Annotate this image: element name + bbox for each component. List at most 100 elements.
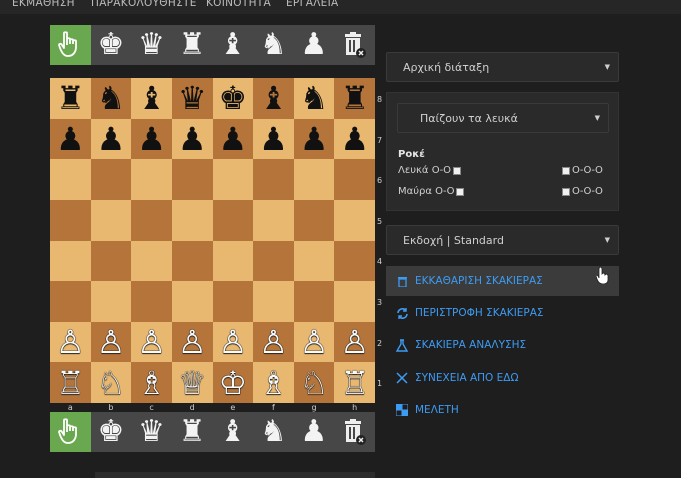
white-piece[interactable]: ♙ (218, 326, 247, 358)
square-g7[interactable]: ♟ (293, 118, 335, 160)
white-pawn-tool[interactable]: ♟ (294, 412, 335, 452)
square-e6[interactable] (212, 159, 254, 200)
square-g4[interactable] (293, 240, 335, 282)
square-b7[interactable]: ♟ (90, 118, 132, 160)
black-rook-tool[interactable]: ♜ (172, 25, 213, 65)
black-queen-tool[interactable]: ♛ (131, 25, 172, 65)
black-piece[interactable]: ♝ (259, 82, 288, 114)
square-e7[interactable]: ♟ (212, 118, 254, 160)
square-g6[interactable] (293, 159, 335, 200)
black-piece[interactable]: ♟ (218, 123, 247, 155)
square-a1[interactable]: ♖ (50, 362, 91, 403)
square-c3[interactable] (131, 281, 172, 322)
black-long-checkbox[interactable] (562, 187, 570, 196)
nav-community[interactable]: ΚΟΙΝΟΤΗΤΑ (206, 0, 271, 9)
flip-board-button[interactable]: ΠΕΡΙΣΤΡΟΦΗ ΣΚΑΚΙΕΡΑΣ (386, 298, 619, 328)
square-c8[interactable]: ♝ (131, 78, 172, 119)
trash-tool[interactable] (334, 25, 375, 65)
black-piece[interactable]: ♞ (97, 82, 126, 114)
white-rook-tool[interactable]: ♜ (172, 412, 213, 452)
white-piece[interactable]: ♙ (56, 326, 85, 358)
white-piece[interactable]: ♙ (97, 326, 126, 358)
square-a2[interactable]: ♙ (50, 321, 91, 363)
white-king-tool[interactable]: ♚ (91, 412, 132, 452)
white-piece[interactable]: ♗ (137, 367, 166, 399)
turn-select[interactable]: Παίζουν τα λευκά ▼ (397, 103, 609, 133)
square-a6[interactable] (50, 159, 91, 200)
white-queen-tool[interactable]: ♛ (131, 412, 172, 452)
square-d1[interactable]: ♕ (171, 362, 213, 403)
white-knight-tool[interactable]: ♞ (253, 412, 294, 452)
black-bishop-tool[interactable]: ♝ (212, 25, 253, 65)
square-a3[interactable] (50, 281, 91, 322)
square-g5[interactable] (293, 199, 335, 241)
setup-select[interactable]: Αρχική διάταξη ▼ (386, 52, 619, 82)
square-f8[interactable]: ♝ (253, 78, 294, 119)
square-c4[interactable] (131, 240, 172, 282)
square-e8[interactable]: ♚ (212, 78, 254, 119)
square-d6[interactable] (171, 159, 213, 200)
black-long-castle[interactable]: Ο-Ο-Ο (562, 186, 603, 197)
square-e5[interactable] (212, 199, 254, 241)
black-piece[interactable]: ♛ (178, 82, 207, 114)
white-long-castle[interactable]: Ο-Ο-Ο (562, 165, 603, 176)
white-piece[interactable]: ♙ (137, 326, 166, 358)
white-short-castle[interactable]: Λευκά Ο-Ο (398, 165, 462, 176)
white-bishop-tool[interactable]: ♝ (212, 412, 253, 452)
square-d3[interactable] (171, 281, 213, 322)
square-c6[interactable] (131, 159, 172, 200)
square-c1[interactable]: ♗ (131, 362, 172, 403)
square-f5[interactable] (253, 199, 294, 241)
nav-watch[interactable]: ΠΑΡΑΚΟΛΟΥΘΗΣΤΕ (91, 0, 197, 9)
variant-select[interactable]: Εκδοχή | Standard ▼ (386, 225, 619, 255)
square-f2[interactable]: ♙ (253, 321, 294, 363)
trash-tool-bottom[interactable] (334, 412, 375, 452)
square-c7[interactable]: ♟ (131, 118, 172, 160)
nav-learn[interactable]: ΕΚΜΑΘΗΣΗ (12, 0, 75, 9)
black-piece[interactable]: ♟ (340, 123, 369, 155)
square-c2[interactable]: ♙ (131, 321, 172, 363)
square-f4[interactable] (253, 240, 294, 282)
white-long-checkbox[interactable] (562, 166, 570, 175)
white-piece[interactable]: ♕ (178, 367, 207, 399)
square-b3[interactable] (90, 281, 132, 322)
square-d5[interactable] (171, 199, 213, 241)
square-e2[interactable]: ♙ (212, 321, 254, 363)
square-b1[interactable]: ♘ (90, 362, 132, 403)
square-a5[interactable] (50, 199, 91, 241)
black-short-castle[interactable]: Μαύρα Ο-Ο (398, 186, 465, 197)
black-knight-tool[interactable]: ♞ (253, 25, 294, 65)
white-piece[interactable]: ♙ (259, 326, 288, 358)
white-piece[interactable]: ♙ (340, 326, 369, 358)
white-piece[interactable]: ♘ (300, 367, 329, 399)
black-piece[interactable]: ♟ (300, 123, 329, 155)
square-h6[interactable] (334, 159, 375, 200)
square-g8[interactable]: ♞ (293, 78, 335, 119)
square-b8[interactable]: ♞ (90, 78, 132, 119)
square-a8[interactable]: ♜ (50, 78, 91, 119)
chess-board[interactable]: ♜ ♞ ♝ ♛ ♚ ♝ ♞ ♜ ♟ ♟ ♟ ♟ ♟ ♟ ♟ ♟ ♙ ♙ ♙ ♙ ♙ ♙ ♙ ♙ ♖ ♘ ♗ ♕ ♔ ♗ ♘ ♖ (50, 78, 375, 403)
continue-from-here-button[interactable]: ΣΥΝΕΧΕΙΑ ΑΠΟ ΕΔΩ (386, 363, 619, 393)
white-piece[interactable]: ♔ (218, 367, 247, 399)
square-g1[interactable]: ♘ (293, 362, 335, 403)
square-d7[interactable]: ♟ (171, 118, 213, 160)
square-f6[interactable] (253, 159, 294, 200)
black-king-tool[interactable]: ♚ (91, 25, 132, 65)
square-e1[interactable]: ♔ (212, 362, 254, 403)
square-c5[interactable] (131, 199, 172, 241)
black-pawn-tool[interactable]: ♟ (294, 25, 335, 65)
square-h2[interactable]: ♙ (334, 321, 375, 363)
white-piece[interactable]: ♘ (97, 367, 126, 399)
square-d2[interactable]: ♙ (171, 321, 213, 363)
square-h3[interactable] (334, 281, 375, 322)
square-e4[interactable] (212, 240, 254, 282)
black-piece[interactable]: ♟ (178, 123, 207, 155)
black-piece[interactable]: ♜ (56, 82, 85, 114)
nav-tools[interactable]: ΕΡΓΑΛΕΙΑ (286, 0, 339, 9)
study-button[interactable]: ΜΕΛΕΤΗ (386, 395, 619, 425)
square-h8[interactable]: ♜ (334, 78, 375, 119)
square-h4[interactable] (334, 240, 375, 282)
white-short-checkbox[interactable] (453, 166, 462, 175)
white-piece[interactable]: ♙ (300, 326, 329, 358)
black-piece[interactable]: ♟ (259, 123, 288, 155)
